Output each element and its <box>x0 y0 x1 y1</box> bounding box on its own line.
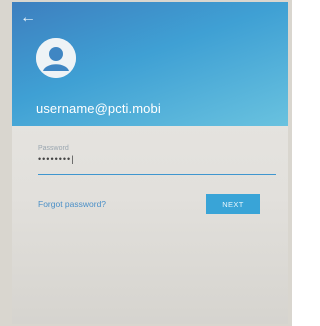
forgot-password-link[interactable]: Forgot password? <box>38 199 106 209</box>
password-label: Password <box>38 145 69 152</box>
password-field[interactable]: ••••••••| <box>38 154 276 175</box>
person-icon <box>36 38 76 78</box>
avatar <box>36 38 76 78</box>
account-header: ← username@pcti.mobi <box>12 2 288 126</box>
photo-frame: ← username@pcti.mobi Password ••••••••| … <box>0 0 292 326</box>
next-button[interactable]: NEXT <box>206 194 260 214</box>
sign-in-screen: ← username@pcti.mobi Password ••••••••| … <box>12 2 288 324</box>
arrow-left-icon[interactable]: ← <box>20 8 40 28</box>
account-email: username@pcti.mobi <box>36 101 161 116</box>
